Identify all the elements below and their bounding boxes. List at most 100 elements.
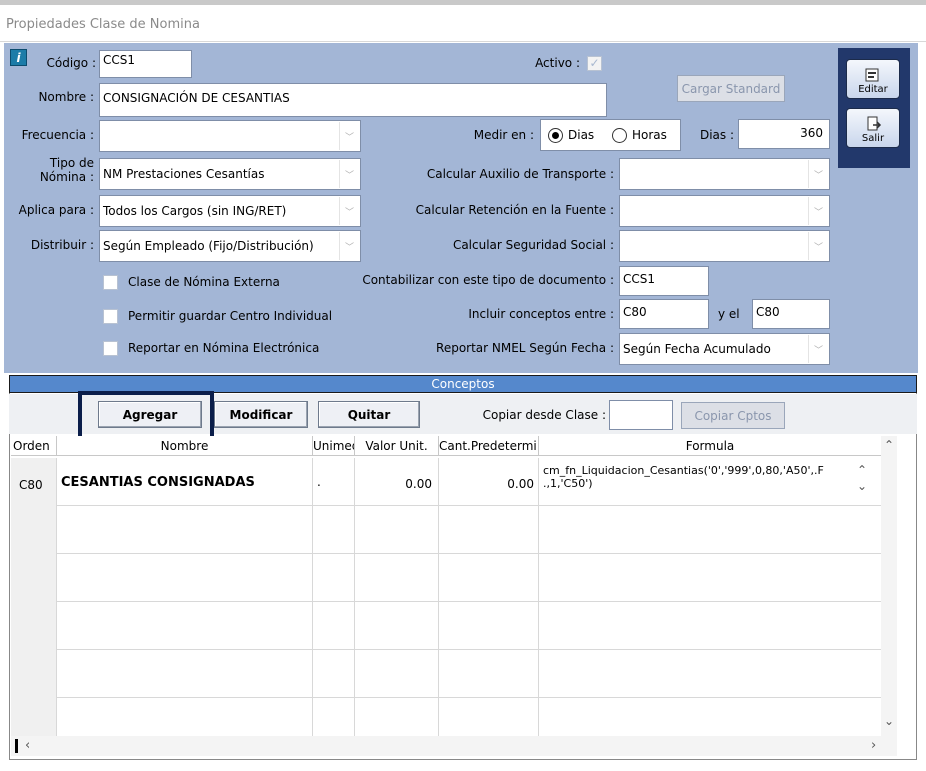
- empty-cell: [355, 506, 439, 554]
- empty-cell: [355, 698, 439, 736]
- tipo-nomina-select[interactable]: NM Prestaciones Cesantías ﹀: [99, 158, 361, 190]
- row-unimed: .: [313, 458, 355, 506]
- table-row[interactable]: C80 CESANTIAS CONSIGNADAS . 0.00 0.00 cm…: [11, 458, 881, 506]
- empty-cell: [313, 650, 355, 698]
- chevron-down-icon[interactable]: ﹀: [339, 197, 359, 225]
- chevron-down-icon[interactable]: ﹀: [339, 232, 359, 260]
- contabilizar-input[interactable]: CCS1: [619, 266, 709, 296]
- col-cant-predetermi[interactable]: Cant.Predetermi: [439, 436, 539, 456]
- distribuir-value: Según Empleado (Fijo/Distribución): [103, 239, 314, 253]
- frecuencia-select[interactable]: ﹀: [99, 120, 361, 152]
- col-orden[interactable]: Orden: [11, 436, 57, 456]
- activo-checkbox[interactable]: ✓: [587, 56, 602, 71]
- seguridad-select[interactable]: ﹀: [619, 230, 830, 262]
- seguridad-label: Calcular Seguridad Social :: [452, 238, 614, 252]
- row-header-cell: [11, 602, 57, 650]
- chevron-down-icon[interactable]: ﹀: [808, 232, 828, 260]
- aux-transporte-label: Calcular Auxilio de Transporte :: [426, 167, 614, 181]
- scroll-left-icon[interactable]: ‹: [25, 738, 30, 753]
- reportar-nmel-select[interactable]: Según Fecha Acumulado ﹀: [619, 333, 830, 365]
- row-formula-line1: cm_fn_Liquidacion_Cesantias('0','999',0,…: [543, 464, 824, 477]
- reportar-electronica-checkbox[interactable]: [103, 341, 118, 356]
- chevron-down-icon[interactable]: ﹀: [808, 335, 828, 363]
- info-icon[interactable]: i: [10, 49, 27, 66]
- contabilizar-label: Contabilizar con este tipo de documento …: [362, 273, 614, 287]
- reportar-electronica-label: Reportar en Nómina Electrónica: [128, 341, 320, 355]
- row-cant: 0.00: [439, 458, 539, 506]
- chevron-down-icon[interactable]: ﹀: [808, 160, 828, 188]
- table-row[interactable]: [11, 698, 881, 736]
- copiar-input[interactable]: [609, 400, 673, 430]
- aplica-para-label: Aplica para :: [18, 203, 94, 217]
- medir-en-label: Medir en :: [473, 128, 534, 142]
- col-nombre[interactable]: Nombre: [57, 436, 313, 456]
- tipo-nomina-label-1: Tipo de: [49, 156, 94, 170]
- editar-button[interactable]: Editar: [846, 59, 900, 99]
- empty-cell: [355, 554, 439, 602]
- row-orden: C80: [11, 458, 57, 506]
- radio-dias-label: Dias: [568, 128, 595, 142]
- row-nombre: CESANTIAS CONSIGNADAS: [57, 458, 313, 506]
- row-header-cell: [11, 650, 57, 698]
- aplica-para-value: Todos los Cargos (sin ING/RET): [103, 204, 287, 218]
- salir-button[interactable]: Salir: [846, 108, 900, 148]
- row-formula-line2: .,1,'C50'): [543, 477, 593, 490]
- empty-cell: [355, 650, 439, 698]
- chevron-down-icon[interactable]: ﹀: [339, 122, 359, 150]
- empty-cell: [313, 698, 355, 736]
- col-formula[interactable]: Formula: [539, 436, 881, 456]
- radio-horas[interactable]: [612, 128, 627, 143]
- copiar-cptos-button[interactable]: Copiar Cptos: [681, 402, 785, 429]
- scroll-up-icon[interactable]: ⌃: [884, 438, 894, 452]
- vertical-scrollbar[interactable]: ⌃ ⌄: [881, 436, 897, 736]
- chevron-up-icon[interactable]: ⌃: [857, 464, 867, 477]
- chevron-down-icon[interactable]: ⌄: [857, 480, 867, 493]
- radio-horas-label: Horas: [632, 128, 667, 142]
- distribuir-select[interactable]: Según Empleado (Fijo/Distribución) ﹀: [99, 230, 361, 262]
- table-row[interactable]: [11, 650, 881, 698]
- incluir-y-el-label: y el: [718, 307, 740, 321]
- empty-cell: [313, 602, 355, 650]
- incluir-from-input[interactable]: C80: [619, 299, 709, 329]
- retencion-label: Calcular Retención en la Fuente :: [415, 203, 614, 217]
- empty-cell: [57, 554, 313, 602]
- aux-transporte-select[interactable]: ﹀: [619, 158, 830, 190]
- retencion-select[interactable]: ﹀: [619, 195, 830, 227]
- empty-cell: [439, 698, 539, 736]
- table-row[interactable]: [11, 506, 881, 554]
- col-unimed[interactable]: Unimed: [313, 436, 355, 456]
- scroll-right-icon[interactable]: ›: [871, 738, 876, 753]
- nombre-label: Nombre :: [38, 90, 94, 104]
- cargar-standard-button[interactable]: Cargar Standard: [677, 75, 785, 102]
- grid-header: Orden Nombre Unimed Valor Unit. Cant.Pre…: [11, 436, 897, 456]
- row-valor: 0.00: [355, 458, 439, 506]
- empty-cell: [313, 506, 355, 554]
- salir-label: Salir: [861, 133, 885, 144]
- modificar-button[interactable]: Modificar: [214, 401, 308, 428]
- quitar-button[interactable]: Quitar: [318, 401, 420, 428]
- scroll-down-icon[interactable]: ⌄: [884, 714, 894, 728]
- permitir-centro-label: Permitir guardar Centro Individual: [128, 309, 333, 323]
- col-valor-unit[interactable]: Valor Unit.: [355, 436, 439, 456]
- text-cursor: [15, 739, 18, 753]
- row-header-cell: [11, 506, 57, 554]
- table-row[interactable]: [11, 602, 881, 650]
- nombre-input[interactable]: CONSIGNACIÓN DE CESANTIAS: [99, 83, 607, 117]
- table-row[interactable]: [11, 554, 881, 602]
- codigo-input[interactable]: CCS1: [99, 50, 192, 78]
- chevron-down-icon[interactable]: ﹀: [808, 197, 828, 225]
- dias-input[interactable]: 360: [738, 119, 830, 149]
- empty-cell: [439, 602, 539, 650]
- radio-dias[interactable]: [548, 128, 563, 143]
- tipo-nomina-label-2: Nómina :: [39, 170, 94, 184]
- empty-cell: [57, 650, 313, 698]
- frecuencia-label: Frecuencia :: [21, 128, 94, 142]
- incluir-to-input[interactable]: C80: [752, 299, 830, 329]
- empty-cell: [439, 554, 539, 602]
- chevron-down-icon[interactable]: ﹀: [339, 160, 359, 188]
- clase-externa-checkbox[interactable]: [103, 275, 118, 290]
- horizontal-scrollbar[interactable]: ‹ ›: [11, 736, 897, 756]
- editar-label: Editar: [858, 84, 888, 95]
- permitir-centro-checkbox[interactable]: [103, 309, 118, 324]
- aplica-para-select[interactable]: Todos los Cargos (sin ING/RET) ﹀: [99, 195, 361, 227]
